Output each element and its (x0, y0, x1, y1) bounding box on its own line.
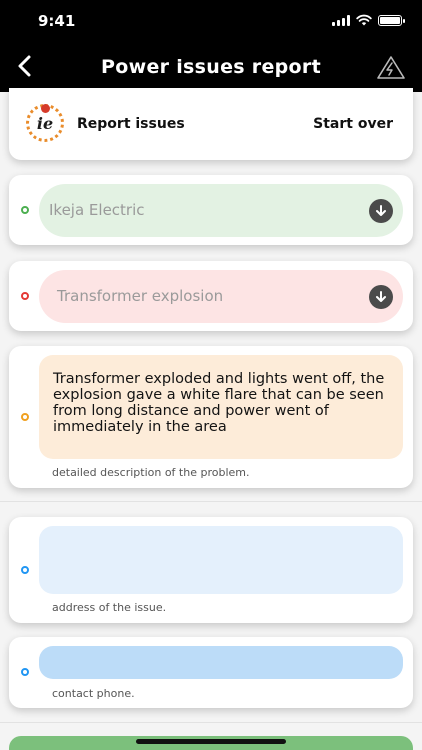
start-over-button[interactable]: Start over (313, 116, 393, 132)
description-status-dot (21, 413, 29, 421)
address-input[interactable] (39, 526, 403, 594)
phone-card: contact phone. (9, 637, 413, 708)
report-issues-label: Report issues (77, 116, 185, 132)
section-divider (0, 722, 422, 723)
chevron-down-icon[interactable] (369, 285, 393, 309)
status-time: 9:41 (38, 12, 76, 30)
page-title: Power issues report (101, 56, 321, 78)
description-hint: detailed description of the problem. (52, 466, 250, 479)
provider-status-dot (21, 206, 29, 214)
ikeja-electric-logo: ie (26, 104, 64, 142)
section-divider (0, 501, 422, 502)
issue-type-value: Transformer explosion (57, 287, 224, 305)
address-hint: address of the issue. (52, 601, 167, 614)
report-header-card: ie Report issues Start over (9, 88, 413, 160)
issue-type-select[interactable]: Transformer explosion (39, 270, 403, 323)
address-status-dot (21, 566, 29, 574)
provider-value: Ikeja Electric (49, 201, 145, 219)
warning-triangle-icon[interactable] (376, 54, 406, 80)
phone-status-dot (21, 668, 29, 676)
home-indicator (136, 739, 286, 744)
phone-hint: contact phone. (52, 687, 135, 700)
description-textarea[interactable]: Transformer exploded and lights went off… (39, 355, 403, 459)
wifi-icon (356, 14, 372, 26)
description-card: Transformer exploded and lights went off… (9, 346, 413, 488)
issue-type-status-dot (21, 292, 29, 300)
phone-input[interactable] (39, 646, 403, 679)
issue-type-card: Transformer explosion (9, 261, 413, 331)
provider-select[interactable]: Ikeja Electric (39, 184, 403, 237)
provider-card: Ikeja Electric (9, 175, 413, 245)
chevron-down-icon[interactable] (369, 199, 393, 223)
address-card: address of the issue. (9, 517, 413, 623)
battery-icon (378, 14, 405, 26)
app-header: 9:41 Power issues report (0, 0, 422, 92)
cellular-signal-icon (332, 14, 350, 26)
status-icons (332, 14, 405, 26)
